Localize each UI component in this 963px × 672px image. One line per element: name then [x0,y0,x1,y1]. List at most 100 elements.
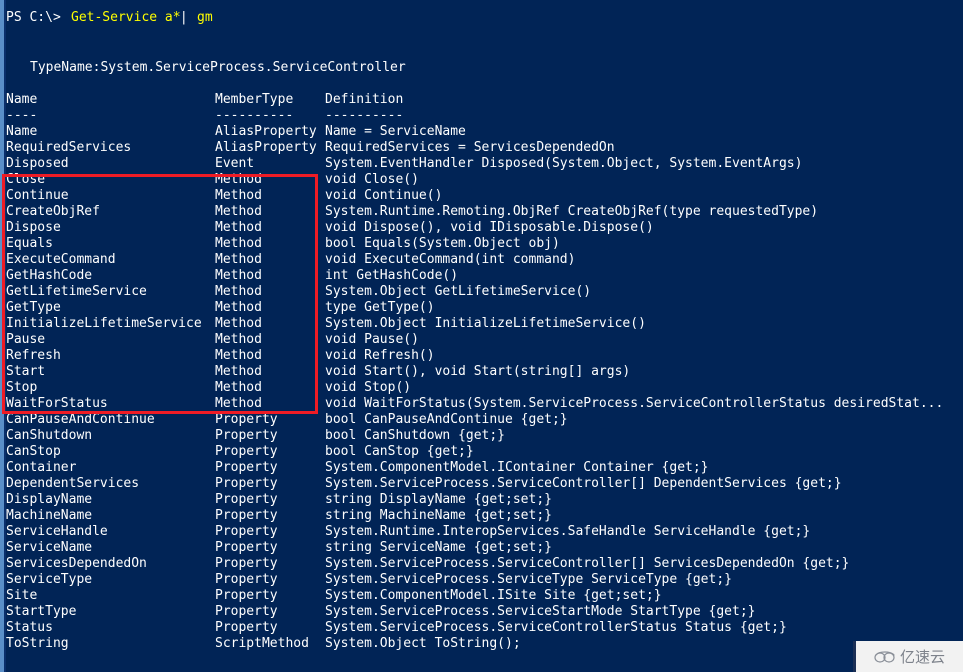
cell-membertype: Property [215,524,278,539]
table-row: CreateObjRef Method System.Runtime.Remotin… [0,204,963,220]
cell-definition: void Continue() [325,188,443,203]
cell-membertype: Method [215,348,262,363]
cell-membertype: Method [215,220,262,235]
cell-membertype: Event [215,156,255,171]
command-text: Get-Service a* [71,10,181,25]
table-row: Continue Method void Continue() [0,188,963,204]
cell-name: Dispose [6,220,61,235]
table-row: GetLifetimeService Method System.Object Ge… [0,284,963,300]
cell-definition: bool CanShutdown {get;} [325,428,506,443]
cell-membertype: Property [215,540,278,555]
cell-membertype: Method [215,252,262,267]
cell-membertype: Property [215,588,278,603]
cell-definition: string ServiceName {get;set;} [325,540,552,555]
cell-definition: void Close() [325,172,419,187]
cell-name: ExecuteCommand [6,252,116,267]
cell-membertype: Property [215,556,278,571]
cell-name: Equals [6,236,53,251]
table-row: Pause Method void Pause() [0,332,963,348]
cell-definition: System.Runtime.Remoting.ObjRef CreateObj… [325,204,819,219]
cell-definition: System.ServiceProcess.ServiceControllerS… [325,620,787,635]
cell-membertype: Property [215,444,278,459]
cell-definition: void Stop() [325,380,412,395]
console-text-surface[interactable]: PS C:\> Get-Service a* | gm TypeName:Sys… [0,0,963,672]
cell-name: CreateObjRef [6,204,100,219]
cell-name: RequiredServices [6,140,132,155]
table-row: InitializeLifetimeService Method System.Ob… [0,316,963,332]
cell-membertype: Method [215,300,262,315]
cell-membertype: Property [215,572,278,587]
table-row: GetHashCode Method int GetHashCode() [0,268,963,284]
table-row: Refresh Method void Refresh() [0,348,963,364]
table-row: Container Property System.ComponentModel.I… [0,460,963,476]
cell-definition: System.Object ToString(); [325,636,521,651]
cell-definition: string DisplayName {get;set;} [325,492,552,507]
rule-name: ---- [6,108,38,123]
table-row: WaitForStatus Method void WaitForStatus(Sy… [0,396,963,412]
table-row: Equals Method bool Equals(System.Object ob… [0,236,963,252]
cell-membertype: Property [215,620,278,635]
cell-name: InitializeLifetimeService [6,316,202,331]
cell-definition: System.ComponentModel.IContainer Contain… [325,460,709,475]
cell-name: Disposed [6,156,69,171]
cell-definition: System.Object GetLifetimeService() [325,284,592,299]
cell-membertype: Method [215,204,262,219]
cell-definition: int GetHashCode() [325,268,459,283]
cell-definition: System.Object InitializeLifetimeService(… [325,316,646,331]
cell-membertype: Property [215,492,278,507]
cell-membertype: Method [215,188,262,203]
table-row: Site Property System.ComponentModel.ISite … [0,588,963,604]
cell-membertype: Method [215,364,262,379]
cell-membertype: Method [215,396,262,411]
cell-membertype: Property [215,476,278,491]
cell-name: StartType [6,604,77,619]
cell-definition: string MachineName {get;set;} [325,508,552,523]
cell-definition: type GetType() [325,300,435,315]
cell-name: Container [6,460,77,475]
cell-definition: System.ComponentModel.ISite Site {get;se… [325,588,662,603]
cell-membertype: Property [215,508,278,523]
cell-name: DependentServices [6,476,140,491]
table-row: CanStop Property bool CanStop {get;} [0,444,963,460]
cell-membertype: Property [215,412,278,427]
table-row: Close Method void Close() [0,172,963,188]
table-row: DisplayName Property string DisplayName {g… [0,492,963,508]
table-row: ServiceName Property string ServiceName {g… [0,540,963,556]
command-text-2: gm [197,10,213,25]
powershell-console-window: PS C:\> Get-Service a* | gm TypeName:Sys… [0,0,963,672]
cell-name: ServiceName [6,540,93,555]
cell-definition: RequiredServices = ServicesDependedOn [325,140,615,155]
cell-name: MachineName [6,508,93,523]
cell-membertype: Property [215,460,278,475]
table-row: ToString ScriptMethod System.Object ToStri… [0,636,963,652]
cloud-icon [874,650,895,663]
table-row: ExecuteCommand Method void ExecuteCommand(… [0,252,963,268]
table-row: Dispose Method void Dispose(), void IDispo… [0,220,963,236]
table-row: RequiredServices AliasProperty RequiredSer… [0,140,963,156]
cell-name: GetLifetimeService [6,284,147,299]
cell-name: DisplayName [6,492,93,507]
cell-name: CanShutdown [6,428,93,443]
cell-membertype: Method [215,268,262,283]
cell-name: WaitForStatus [6,396,108,411]
table-row: CanShutdown Property bool CanShutdown {get… [0,428,963,444]
cell-name: Status [6,620,53,635]
cell-definition: Name = ServiceName [325,124,466,139]
pipe-symbol: | [172,10,196,25]
cell-name: ToString [6,636,69,651]
cell-definition: void Dispose(), void IDisposable.Dispose… [325,220,654,235]
cell-membertype: Method [215,172,262,187]
table-row: Disposed Event System.EventHandler Dispose… [0,156,963,172]
cell-name: Close [6,172,46,187]
cell-membertype: AliasProperty [215,140,317,155]
watermark: 亿速云 [856,641,963,672]
table-row: Name AliasProperty Name = ServiceName [0,124,963,140]
cell-name: ServicesDependedOn [6,556,147,571]
typename-text: TypeName:System.ServiceProcess.ServiceCo… [30,60,406,75]
cell-membertype: Property [215,604,278,619]
cell-membertype: Method [215,284,262,299]
table-row: ServiceType Property System.ServiceProcess… [0,572,963,588]
rule-definition: ---------- [325,108,404,123]
table-row: ServiceHandle Property System.Runtime.Inte… [0,524,963,540]
table-header-row: Name MemberType Definition [0,92,963,108]
